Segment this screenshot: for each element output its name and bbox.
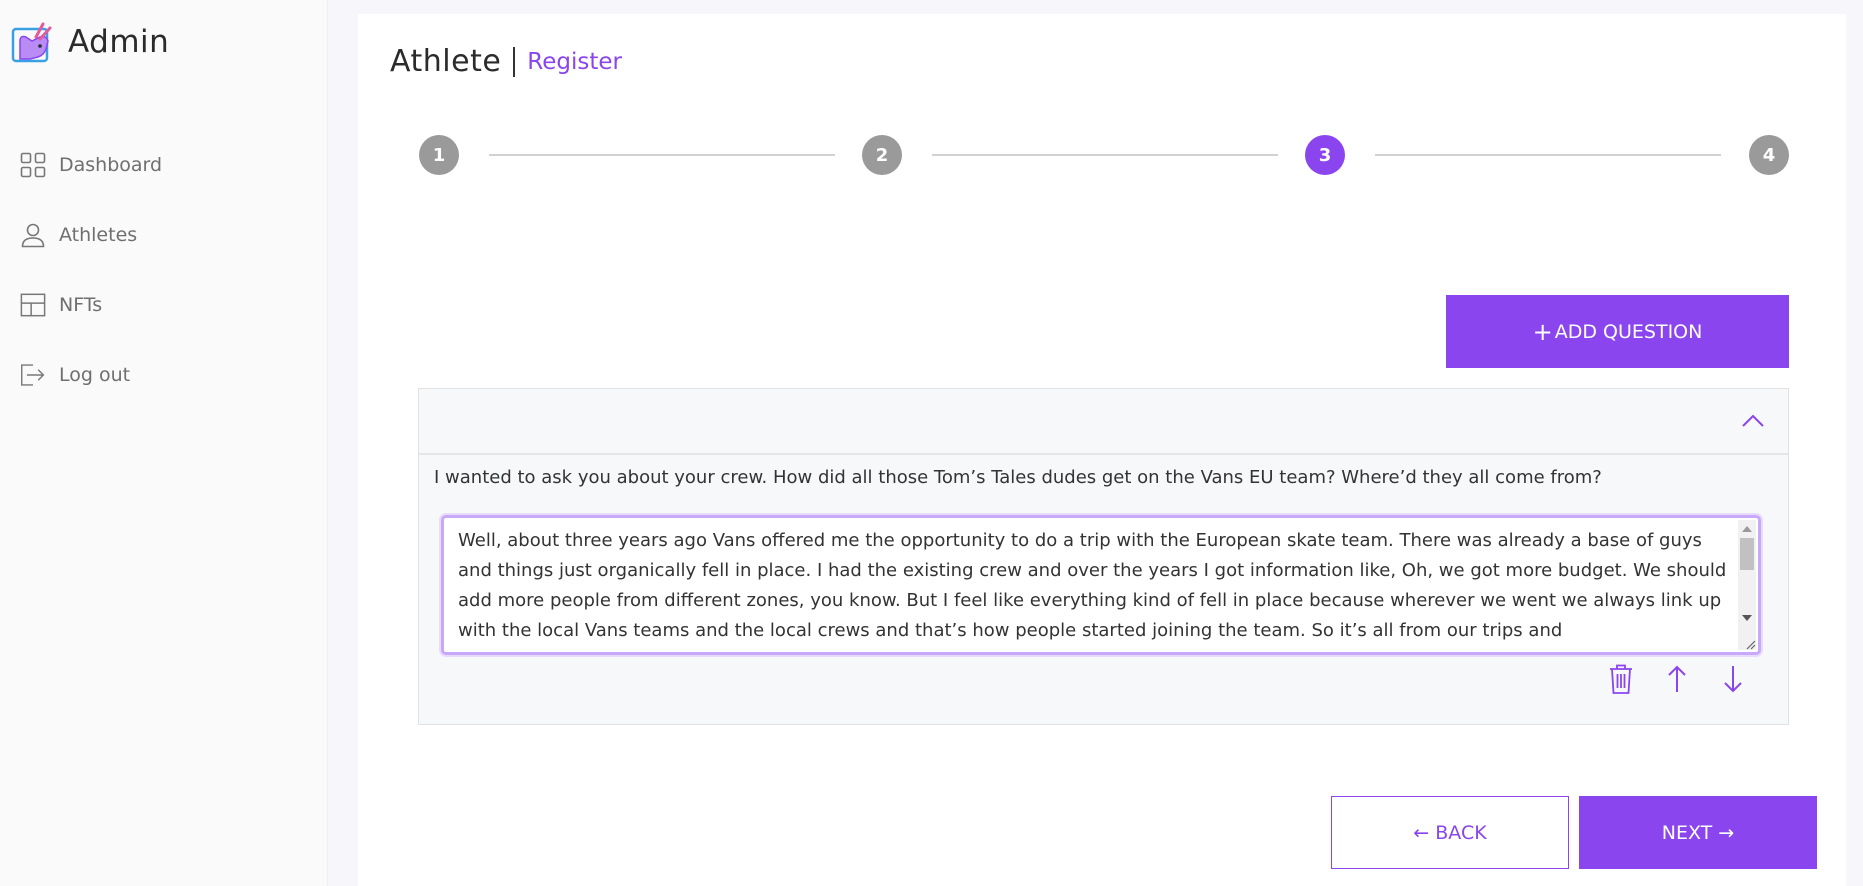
back-button[interactable]: ← BACK xyxy=(1331,796,1569,869)
plus-icon: + xyxy=(1532,317,1553,346)
arrow-down-icon[interactable] xyxy=(1718,661,1748,697)
question-tools xyxy=(1606,661,1748,697)
question-panel: I wanted to ask you about your crew. How… xyxy=(418,388,1789,725)
answer-scrollbar[interactable] xyxy=(1738,520,1756,650)
sidebar-item-nfts[interactable]: NFTs xyxy=(0,270,327,340)
sidebar-item-label: Athletes xyxy=(59,224,138,246)
chevron-up-icon[interactable] xyxy=(1740,411,1766,431)
scroll-up-arrow-icon[interactable] xyxy=(1742,526,1752,532)
step-3-active[interactable]: 3 xyxy=(1305,135,1345,175)
sidebar-item-athletes[interactable]: Athletes xyxy=(0,200,327,270)
step-connector xyxy=(1375,154,1721,156)
logout-icon xyxy=(20,362,46,388)
user-icon xyxy=(20,222,46,248)
page-subtitle: Register xyxy=(527,48,622,75)
scroll-down-arrow-icon[interactable] xyxy=(1742,615,1752,621)
sidebar-item-dashboard[interactable]: Dashboard xyxy=(0,130,327,200)
resize-handle-icon[interactable] xyxy=(1744,638,1756,650)
answer-textarea[interactable]: Well, about three years ago Vans offered… xyxy=(458,526,1728,646)
add-question-label: ADD QUESTION xyxy=(1554,320,1703,343)
sidebar-item-logout[interactable]: Log out xyxy=(0,340,327,410)
sidebar-item-label: NFTs xyxy=(59,294,103,316)
step-connector xyxy=(932,154,1278,156)
sidebar-item-label: Dashboard xyxy=(59,154,163,176)
step-connector xyxy=(489,154,835,156)
layout-icon xyxy=(20,292,46,318)
app-name: Admin xyxy=(68,24,170,60)
app-logo[interactable]: Admin xyxy=(10,18,169,66)
scroll-thumb[interactable] xyxy=(1740,538,1754,570)
sidebar-item-label: Log out xyxy=(59,364,131,386)
page-title: Athlete xyxy=(390,44,502,79)
next-button[interactable]: NEXT → xyxy=(1579,796,1817,869)
question-text: I wanted to ask you about your crew. How… xyxy=(434,467,1602,488)
arrow-up-icon[interactable] xyxy=(1662,661,1692,697)
title-divider xyxy=(513,46,516,77)
stepper: 1 2 3 4 xyxy=(419,135,1790,175)
step-2[interactable]: 2 xyxy=(862,135,902,175)
grid-icon xyxy=(20,152,46,178)
sidebar: Admin Dashboard Athletes NFTs Log out xyxy=(0,0,328,886)
question-panel-header[interactable] xyxy=(419,389,1788,455)
trash-icon[interactable] xyxy=(1606,661,1636,697)
answer-textarea-wrapper[interactable]: Well, about three years ago Vans offered… xyxy=(441,515,1761,655)
page-header: Athlete Register xyxy=(390,44,622,79)
step-1[interactable]: 1 xyxy=(419,135,459,175)
step-4[interactable]: 4 xyxy=(1749,135,1789,175)
sidebar-nav: Dashboard Athletes NFTs Log out xyxy=(0,130,327,410)
add-question-button[interactable]: + ADD QUESTION xyxy=(1446,295,1789,368)
rabbit-logo-icon xyxy=(11,22,52,63)
main-content: Athlete Register 1 2 3 4 + ADD QUESTION … xyxy=(358,14,1846,886)
